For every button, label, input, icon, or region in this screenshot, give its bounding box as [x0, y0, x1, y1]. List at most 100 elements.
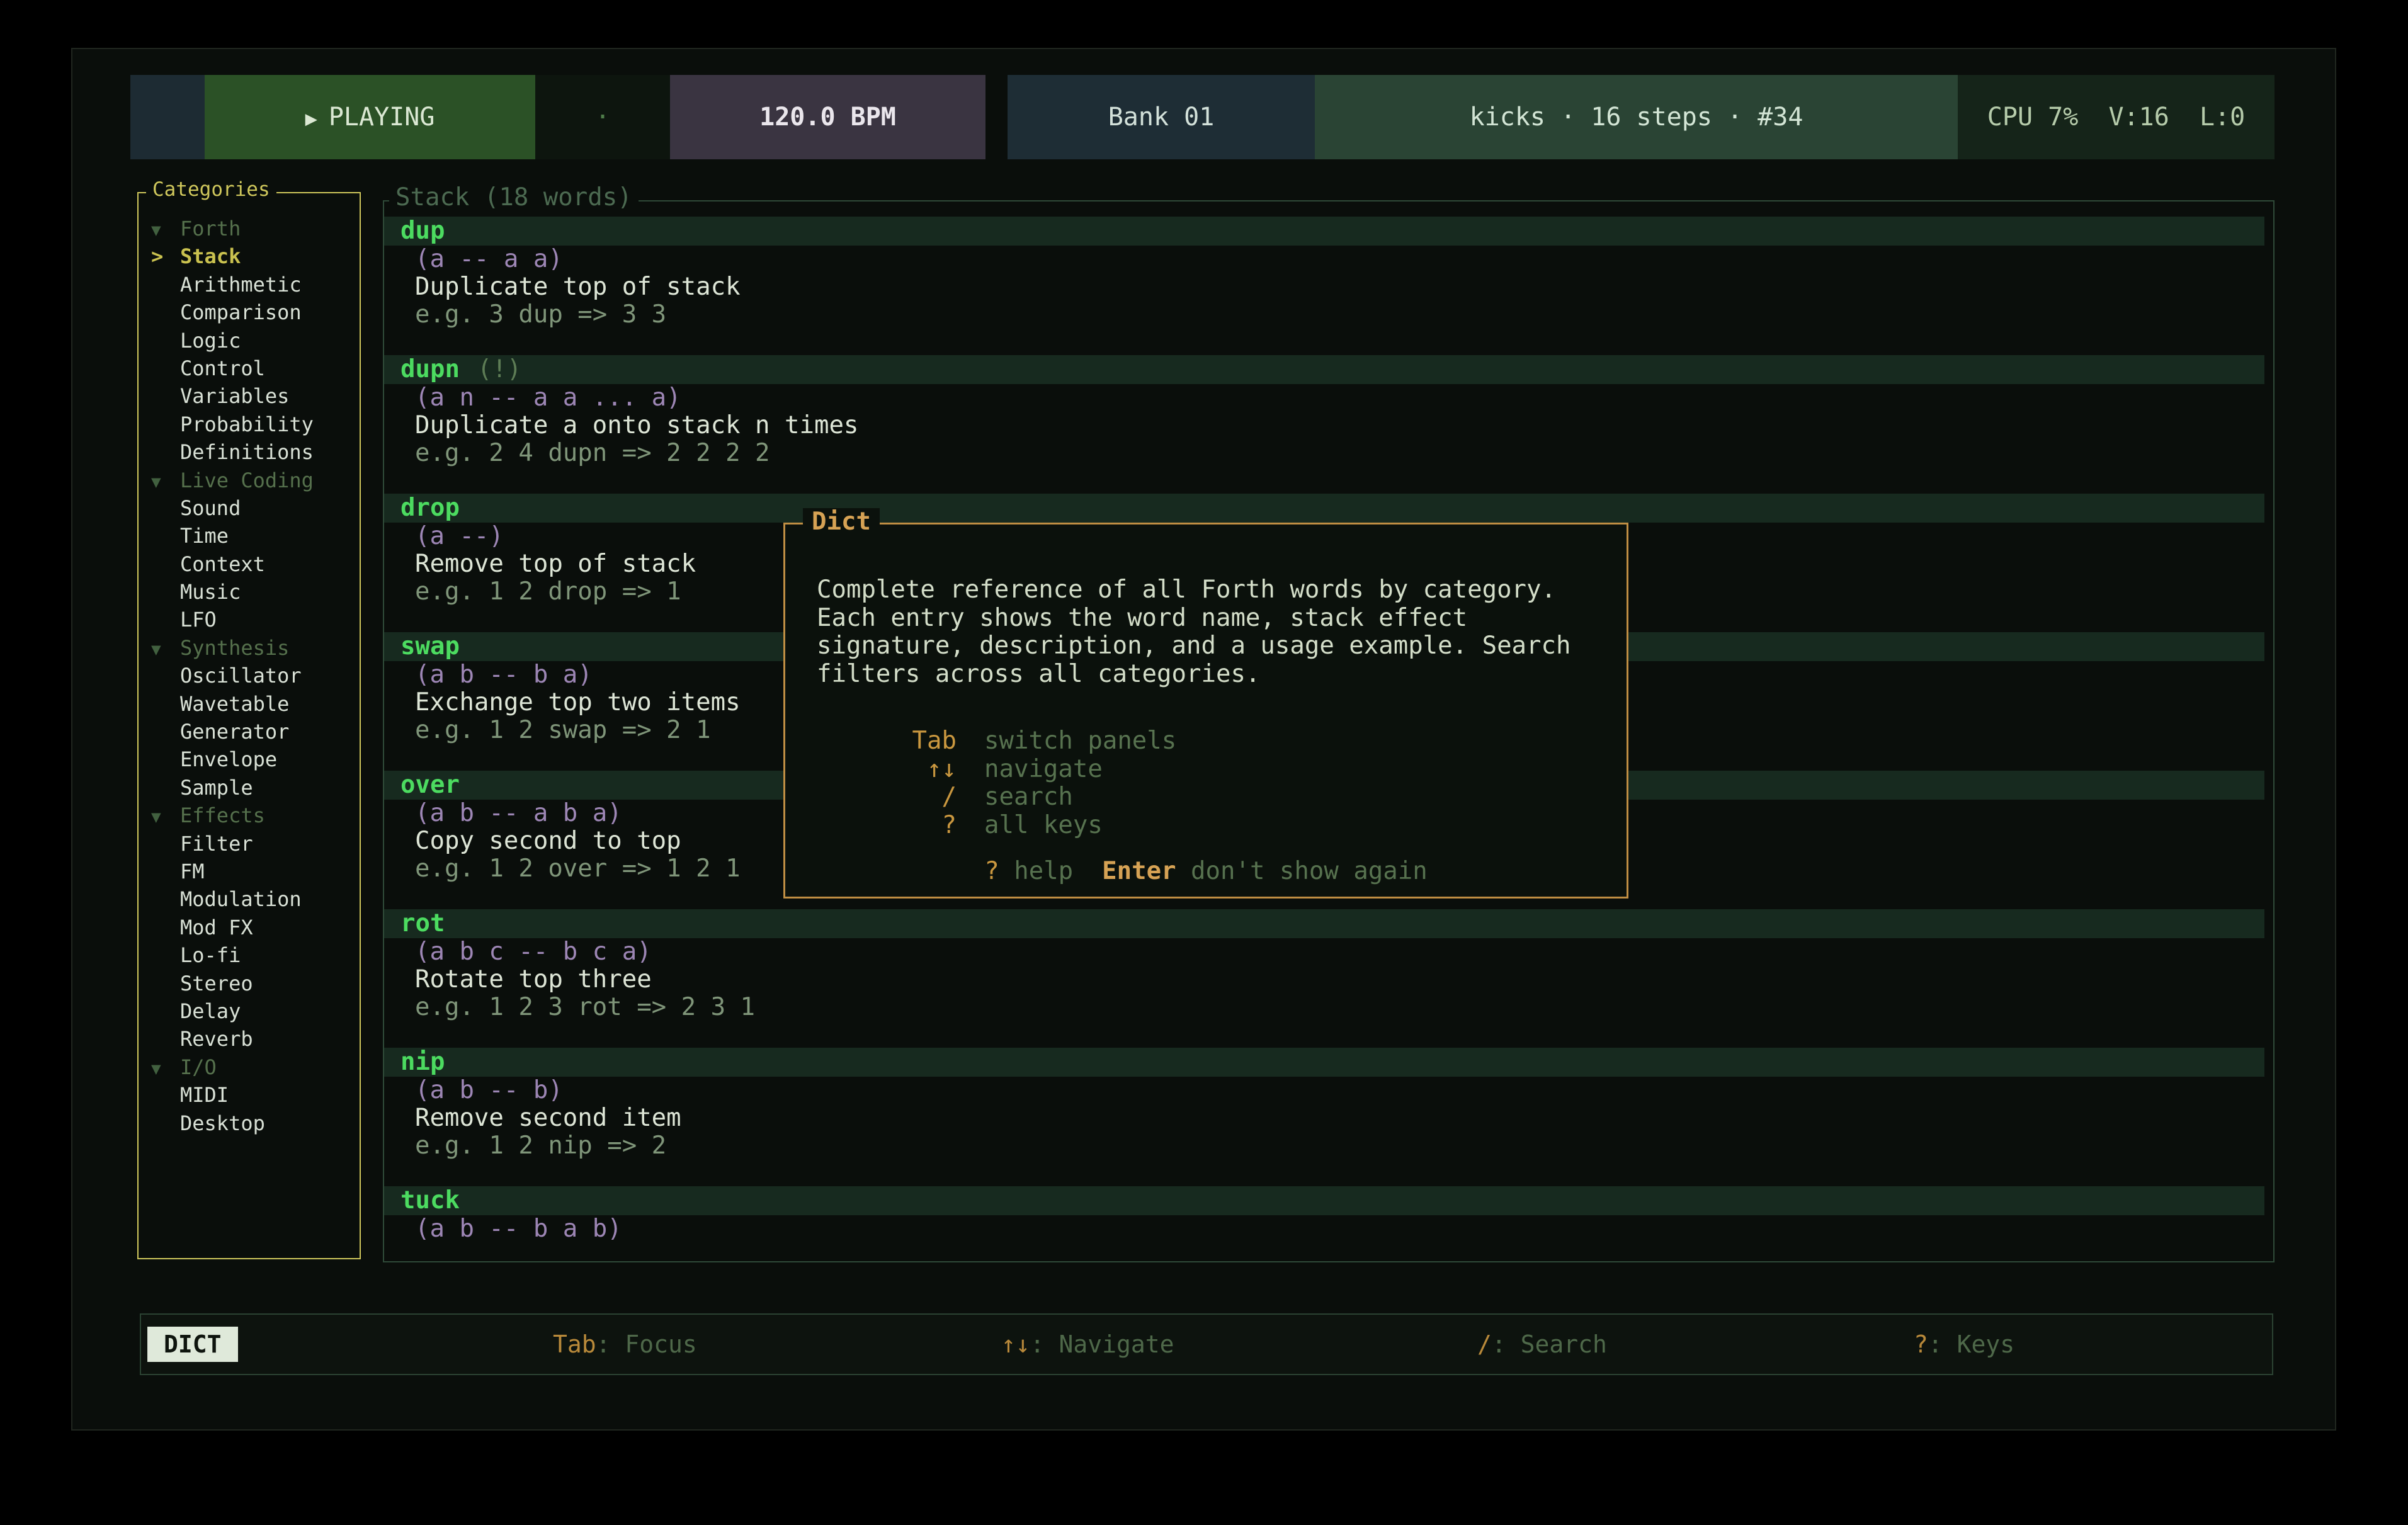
word-entry-header[interactable]: drop — [384, 494, 2264, 523]
bpm-display: 120.0 BPM — [670, 75, 985, 159]
sidebar-item-desktop[interactable]: Desktop — [139, 1109, 360, 1137]
collapse-arrow-icon: ▼ — [151, 468, 180, 496]
sidebar-item-label: Forth — [180, 217, 241, 241]
status-hint-label: : Keys — [1928, 1330, 2014, 1358]
mode-badge: DICT — [147, 1327, 238, 1362]
transport-status: ▶PLAYING — [205, 75, 535, 159]
sidebar-item-logic[interactable]: Logic — [139, 327, 360, 354]
word-entry-dupn: dupn(!)(a n -- a a ... a)Duplicate a ont… — [384, 355, 2264, 467]
word-entry-header[interactable]: nip — [384, 1048, 2264, 1077]
sidebar-item-label: Live Coding — [180, 468, 314, 492]
sidebar-item-probability[interactable]: Probability — [139, 411, 360, 438]
word-signature: (a b c -- b c a) — [384, 938, 2264, 966]
sidebar-item-label: Definitions — [180, 440, 314, 464]
status-hint-label: : Navigate — [1030, 1330, 1174, 1358]
word-name: rot — [400, 909, 445, 938]
status-hint-label: : Focus — [596, 1330, 697, 1358]
shortcut-key: ? — [817, 812, 957, 840]
sidebar-item-label: Mod FX — [180, 916, 253, 939]
app-window: ▶PLAYING · 120.0 BPM Bank 01 kicks · 16 … — [71, 48, 2336, 1431]
sidebar-item-music[interactable]: Music — [139, 578, 360, 606]
sidebar-item-label: Oscillator — [180, 664, 302, 688]
sidebar-item-context[interactable]: Context — [139, 550, 360, 578]
sidebar-item-label: Lo-fi — [180, 943, 241, 967]
sidebar-item-definitions[interactable]: Definitions — [139, 438, 360, 466]
sidebar-item-forth[interactable]: ▼Forth — [139, 215, 360, 242]
sidebar-item-stack[interactable]: >Stack — [139, 242, 360, 270]
shortcut-label: all keys — [984, 811, 1103, 839]
system-stats: CPU 7% V:16 L:0 — [1958, 75, 2275, 159]
word-entry-dup: dup(a -- a a)Duplicate top of stacke.g. … — [384, 217, 2264, 329]
modal-action-key-[interactable]: ? — [984, 857, 999, 885]
dict-modal: Dict Complete reference of all Forth wor… — [783, 523, 1628, 899]
categories-panel: Categories ▼Forth>StackArithmeticCompari… — [137, 192, 361, 1259]
sidebar-item-label: Stack — [180, 244, 241, 268]
word-signature: (a b -- b a b) — [384, 1215, 2264, 1243]
sidebar-item-live-coding[interactable]: ▼Live Coding — [139, 467, 360, 494]
word-description: Duplicate a onto stack n times — [384, 412, 2264, 439]
word-entry-header[interactable]: dup — [384, 217, 2264, 246]
status-hint-key: ? — [1914, 1330, 1928, 1358]
collapse-arrow-icon: ▼ — [151, 1055, 180, 1083]
sidebar-item-wavetable[interactable]: Wavetable — [139, 690, 360, 718]
sidebar-item-label: Filter — [180, 832, 253, 856]
sidebar-item-sample[interactable]: Sample — [139, 774, 360, 802]
dict-modal-shortcuts: Tabswitch panels↑↓navigate/search?all ke… — [817, 727, 1176, 839]
shortcut-label: search — [984, 783, 1073, 811]
sidebar-item-stereo[interactable]: Stereo — [139, 970, 360, 997]
sidebar-item-effects[interactable]: ▼Effects — [139, 802, 360, 829]
sidebar-item-label: Variables — [180, 384, 289, 408]
sidebar-item-label: Generator — [180, 720, 289, 744]
sidebar-item-i-o[interactable]: ▼I/O — [139, 1053, 360, 1081]
word-entry-header[interactable]: dupn(!) — [384, 355, 2264, 384]
word-entry-header[interactable]: rot — [384, 909, 2264, 938]
sidebar-item-fm[interactable]: FM — [139, 858, 360, 885]
sidebar-item-modulation[interactable]: Modulation — [139, 885, 360, 913]
sidebar-item-label: FM — [180, 859, 205, 883]
sidebar-item-midi[interactable]: MIDI — [139, 1081, 360, 1109]
sidebar-item-label: Delay — [180, 999, 241, 1023]
sidebar-item-label: Arithmetic — [180, 273, 302, 297]
status-hint-focus: Tab: Focus — [553, 1315, 697, 1374]
sidebar-item-label: Effects — [180, 803, 265, 827]
sidebar-item-generator[interactable]: Generator — [139, 718, 360, 745]
sidebar-item-reverb[interactable]: Reverb — [139, 1025, 360, 1053]
word-signature: (a -- a a) — [384, 246, 2264, 273]
sidebar-item-oscillator[interactable]: Oscillator — [139, 662, 360, 689]
sidebar-item-label: LFO — [180, 608, 217, 632]
sidebar-item-label: Sample — [180, 776, 253, 800]
sidebar-item-variables[interactable]: Variables — [139, 382, 360, 410]
word-flag: (!) — [477, 355, 521, 383]
sidebar-item-lfo[interactable]: LFO — [139, 606, 360, 633]
sidebar-item-mod-fx[interactable]: Mod FX — [139, 914, 360, 941]
sidebar-item-control[interactable]: Control — [139, 354, 360, 382]
sidebar-item-delay[interactable]: Delay — [139, 997, 360, 1025]
shortcut-key: ↑↓ — [817, 756, 957, 784]
modal-action-label[interactable]: don't show again — [1176, 857, 1428, 885]
sidebar-item-arithmetic[interactable]: Arithmetic — [139, 271, 360, 298]
word-name: nip — [400, 1048, 445, 1076]
dict-modal-body-line: Each entry shows the word name, stack ef… — [817, 604, 1608, 633]
sidebar-item-sound[interactable]: Sound — [139, 494, 360, 522]
word-entry-header[interactable]: tuck — [384, 1186, 2264, 1215]
sidebar-item-time[interactable]: Time — [139, 522, 360, 550]
mode-color-block — [130, 75, 205, 159]
categories-list: ▼Forth>StackArithmeticComparisonLogicCon… — [139, 193, 360, 1258]
sidebar-item-synthesis[interactable]: ▼Synthesis — [139, 634, 360, 662]
sidebar-item-label: Wavetable — [180, 692, 289, 716]
sidebar-item-label: Control — [180, 356, 265, 380]
sidebar-item-comparison[interactable]: Comparison — [139, 298, 360, 326]
dict-modal-title: Dict — [803, 508, 880, 536]
modal-action-key-enter[interactable]: Enter — [1102, 857, 1176, 885]
sidebar-item-filter[interactable]: Filter — [139, 830, 360, 858]
status-hint-label: : Search — [1492, 1330, 1607, 1358]
sidebar-item-lo-fi[interactable]: Lo-fi — [139, 941, 360, 969]
shortcut-label: navigate — [984, 755, 1103, 783]
modal-action-label[interactable]: help — [999, 857, 1073, 885]
screen: ▶PLAYING · 120.0 BPM Bank 01 kicks · 16 … — [0, 0, 2408, 1525]
sidebar-item-label: Envelope — [180, 747, 277, 771]
status-hint-key: Tab — [553, 1330, 596, 1358]
top-bar-spacer — [985, 75, 1008, 159]
bank-display: Bank 01 — [1008, 75, 1315, 159]
sidebar-item-envelope[interactable]: Envelope — [139, 745, 360, 773]
